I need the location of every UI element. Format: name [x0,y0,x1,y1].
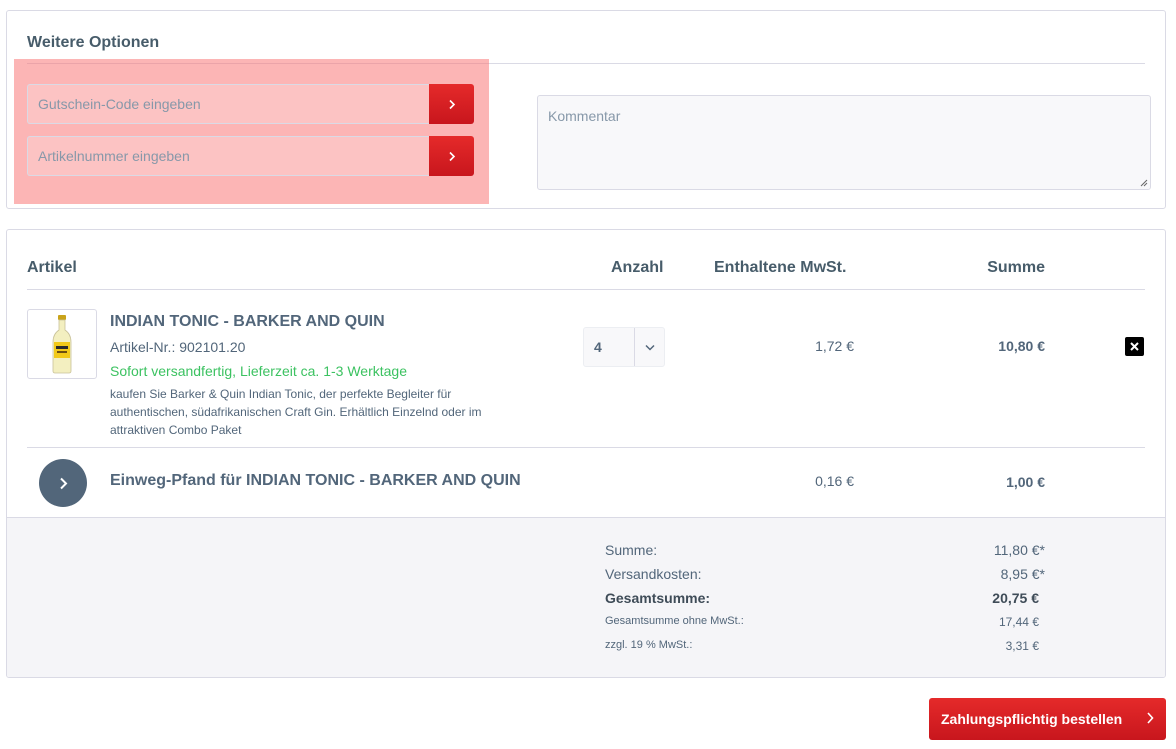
total-label: Gesamtsumme: [605,590,711,606]
subtotal-label: Summe: [605,542,658,558]
place-order-button[interactable]: Zahlungspflichtig bestellen [929,698,1166,740]
product-name-link[interactable]: INDIAN TONIC - BARKER AND QUIN [110,313,385,331]
chevron-down-icon [644,344,655,351]
tonic-bottle-icon [52,315,72,374]
net-total-label: Gesamtsumme ohne MwSt.: [605,615,744,627]
article-number-submit-button[interactable] [429,136,474,176]
comment-placeholder: Kommentar [548,108,621,124]
product-delivery-status: Sofort versandfertig, Lieferzeit ca. 1-3… [110,363,407,379]
voucher-submit-button[interactable] [429,84,474,124]
header-article: Artikel [27,259,77,276]
quantity-dropdown[interactable] [634,328,664,366]
header-quantity: Anzahl [611,259,664,276]
row-divider [27,447,1145,448]
deposit-name: Einweg-Pfand für INDIAN TONIC - BARKER A… [110,472,521,489]
total-value: 20,75 € [992,590,1039,606]
deposit-icon [39,459,87,507]
chevron-right-icon [1147,712,1154,724]
resize-handle-icon[interactable] [1140,179,1148,187]
options-title: Weitere Optionen [27,34,160,51]
deposit-sum: 1,00 € [1006,474,1045,490]
product-image[interactable] [27,309,97,379]
voucher-row: Gutschein-Code eingeben [27,84,474,124]
subtotal-value: 11,80 €* [993,542,1045,558]
place-order-label: Zahlungspflichtig bestellen [941,711,1123,727]
remove-item-button[interactable] [1125,337,1144,356]
chevron-right-icon [448,99,455,109]
product-sum: 10,80 € [998,338,1045,354]
summary-box: Summe: 11,80 €* Versandkosten: 8,95 €* G… [7,517,1165,677]
deposit-vat: 0,16 € [815,473,854,489]
article-number-input[interactable]: Artikelnummer eingeben [27,136,429,176]
shipping-cost-label: Versandkosten: [605,566,702,582]
product-description: kaufen Sie Barker & Quin Indian Tonic, d… [110,387,482,437]
chevron-right-icon [448,151,455,161]
shipping-cost-value: 8,95 €* [1000,566,1045,582]
product-article-number: Artikel-Nr.: 902101.20 [110,339,246,355]
close-icon [1130,342,1139,351]
quantity-value: 4 [594,339,602,355]
cart-panel: Artikel Anzahl Enthaltene MwSt. Summe IN… [6,229,1166,678]
header-vat: Enthaltene MwSt. [714,259,847,276]
header-divider [27,289,1145,290]
highlight-overlay [14,59,489,204]
quantity-select[interactable]: 4 [583,327,665,367]
product-vat: 1,72 € [815,338,854,354]
tax-value: 3,31 € [1005,639,1039,653]
tax-label: zzgl. 19 % MwSt.: [605,639,693,651]
header-sum: Summe [987,259,1045,276]
comment-textarea[interactable]: Kommentar [537,95,1151,190]
net-total-value: 17,44 € [998,615,1039,629]
voucher-input[interactable]: Gutschein-Code eingeben [27,84,429,124]
article-number-row: Artikelnummer eingeben [27,136,474,176]
chevron-right-icon [59,477,67,489]
